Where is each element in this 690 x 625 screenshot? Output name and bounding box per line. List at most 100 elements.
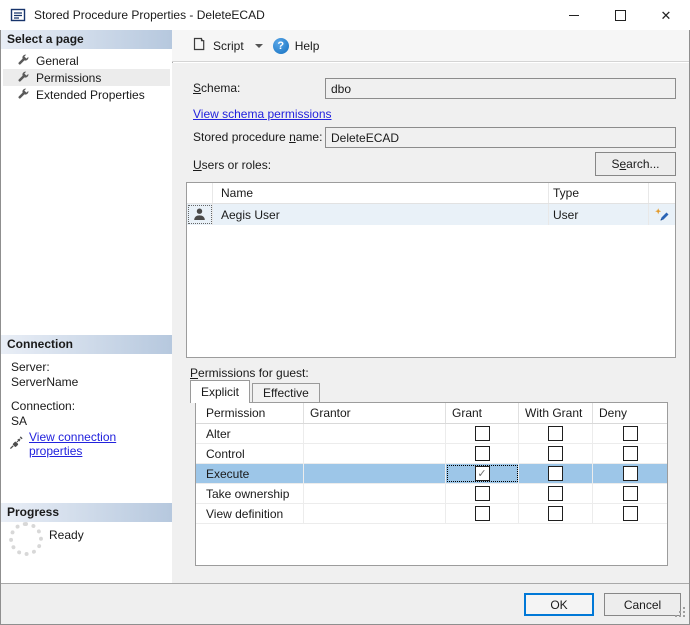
cancel-button[interactable]: Cancel	[604, 593, 681, 616]
wrench-icon	[17, 87, 30, 103]
col-grant: Grant	[446, 403, 519, 423]
script-icon	[191, 36, 207, 55]
server-label: Server:	[11, 360, 50, 374]
maximize-icon	[614, 10, 626, 21]
grant-checkbox[interactable]	[474, 506, 490, 521]
dialog-icon	[10, 7, 26, 23]
with-grant-checkbox[interactable]	[548, 426, 563, 441]
users-or-roles-table: Name Type Aegis User User	[186, 182, 676, 358]
grant-checkbox[interactable]	[474, 486, 490, 501]
stored-procedure-name-label: Stored procedure name:	[193, 130, 323, 144]
main-panel: Schema: View schema permissions Stored p…	[172, 63, 689, 583]
connection-plug-icon	[9, 435, 24, 453]
sidebar-item-general[interactable]: General	[3, 52, 170, 69]
help-button[interactable]: ? Help	[268, 34, 325, 58]
deny-checkbox[interactable]	[622, 486, 638, 501]
permissions-tabs: Explicit Effective	[190, 380, 322, 403]
deny-cell	[593, 464, 667, 483]
schema-input[interactable]	[325, 78, 676, 99]
user-icon-cell	[187, 204, 213, 225]
grant-checkbox[interactable]: ✓	[474, 466, 490, 481]
permissions-table: Permission Grantor Grant With Grant Deny…	[195, 402, 668, 566]
wrench-icon	[17, 70, 30, 86]
users-table-header: Name Type	[187, 183, 675, 204]
script-button[interactable]: Script	[186, 32, 268, 59]
user-type: User	[549, 204, 649, 225]
with-grant-checkbox[interactable]	[548, 466, 563, 481]
search-button[interactable]: Search...	[595, 152, 676, 176]
grant-cell	[446, 484, 519, 503]
tab-effective[interactable]: Effective	[252, 383, 320, 403]
users-name-column-header: Name	[213, 183, 549, 203]
minimize-button[interactable]	[551, 1, 597, 30]
stored-procedure-name-input[interactable]	[325, 127, 676, 148]
resize-grip[interactable]	[674, 606, 686, 621]
deny-checkbox[interactable]	[622, 466, 638, 481]
deny-checkbox[interactable]	[622, 426, 638, 441]
view-schema-permissions-link[interactable]: View schema permissions	[193, 107, 332, 121]
sidebar-item-permissions[interactable]: Permissions	[3, 69, 170, 86]
sidebar-item-extended-properties[interactable]: Extended Properties	[3, 86, 170, 103]
window-controls: ✕	[551, 1, 689, 30]
ok-button[interactable]: OK	[524, 593, 594, 616]
with-grant-checkbox[interactable]	[548, 446, 563, 461]
user-person-icon	[194, 208, 205, 220]
grant-checkbox[interactable]	[474, 426, 490, 441]
permission-name: View definition	[196, 504, 304, 523]
users-action-column-header	[649, 183, 675, 203]
deny-cell	[593, 484, 667, 503]
maximize-button[interactable]	[597, 1, 643, 30]
connection-info: Server: ServerName Connection: SA	[11, 360, 78, 429]
permission-row[interactable]: View definition	[196, 504, 667, 524]
edit-user-icon[interactable]	[649, 204, 675, 225]
sidebar: Select a page General Permissions Extend…	[1, 30, 173, 583]
with-grant-checkbox[interactable]	[548, 506, 563, 521]
progress-spinner-icon	[9, 522, 43, 556]
view-connection-properties: View connection properties	[9, 430, 172, 458]
with-grant-cell	[519, 464, 593, 483]
permission-name: Alter	[196, 424, 304, 443]
with-grant-cell	[519, 424, 593, 443]
with-grant-checkbox[interactable]	[548, 486, 563, 501]
users-table-body: Aegis User User	[187, 204, 675, 225]
toolbar: Script ? Help	[172, 30, 689, 62]
sidebar-item-label: Permissions	[36, 70, 102, 85]
permission-row[interactable]: Control	[196, 444, 667, 464]
user-name: Aegis User	[213, 204, 549, 225]
wrench-icon	[17, 53, 30, 69]
col-deny: Deny	[599, 406, 628, 420]
progress-status: Ready	[49, 528, 84, 542]
users-icon-column-header	[187, 183, 213, 203]
permissions-table-body: Alter Control Execute ✓ Take ownership V…	[196, 424, 667, 524]
users-or-roles-label: Users or roles:	[193, 158, 272, 172]
grant-checkbox[interactable]	[474, 446, 490, 461]
connection-value: SA	[11, 414, 28, 428]
select-a-page-header: Select a page	[1, 30, 172, 49]
with-grant-cell	[519, 444, 593, 463]
grant-cell	[446, 424, 519, 443]
tab-explicit[interactable]: Explicit	[190, 380, 251, 403]
deny-checkbox[interactable]	[622, 506, 638, 521]
permission-row[interactable]: Execute ✓	[196, 464, 667, 484]
deny-cell	[593, 504, 667, 523]
sidebar-item-label: Extended Properties	[36, 87, 145, 102]
permission-name: Control	[196, 444, 304, 463]
col-grantor: Grantor	[304, 403, 446, 423]
grant-cell: ✓	[446, 464, 519, 483]
schema-label: Schema:	[193, 81, 241, 95]
deny-cell	[593, 444, 667, 463]
permission-row[interactable]: Alter	[196, 424, 667, 444]
permissions-table-header: Permission Grantor Grant With Grant Deny	[196, 403, 667, 424]
table-row[interactable]: Aegis User User	[187, 204, 675, 225]
permission-name: Execute	[196, 464, 304, 483]
deny-checkbox[interactable]	[622, 446, 638, 461]
close-button[interactable]: ✕	[643, 1, 689, 30]
help-label: Help	[294, 38, 320, 53]
view-connection-properties-link[interactable]: View connection properties	[29, 430, 172, 458]
chevron-down-icon	[254, 43, 263, 48]
minimize-icon	[569, 15, 579, 16]
close-icon: ✕	[660, 8, 672, 23]
permission-row[interactable]: Take ownership	[196, 484, 667, 504]
script-label: Script	[213, 38, 244, 53]
window-title: Stored Procedure Properties - DeleteECAD	[34, 8, 265, 22]
